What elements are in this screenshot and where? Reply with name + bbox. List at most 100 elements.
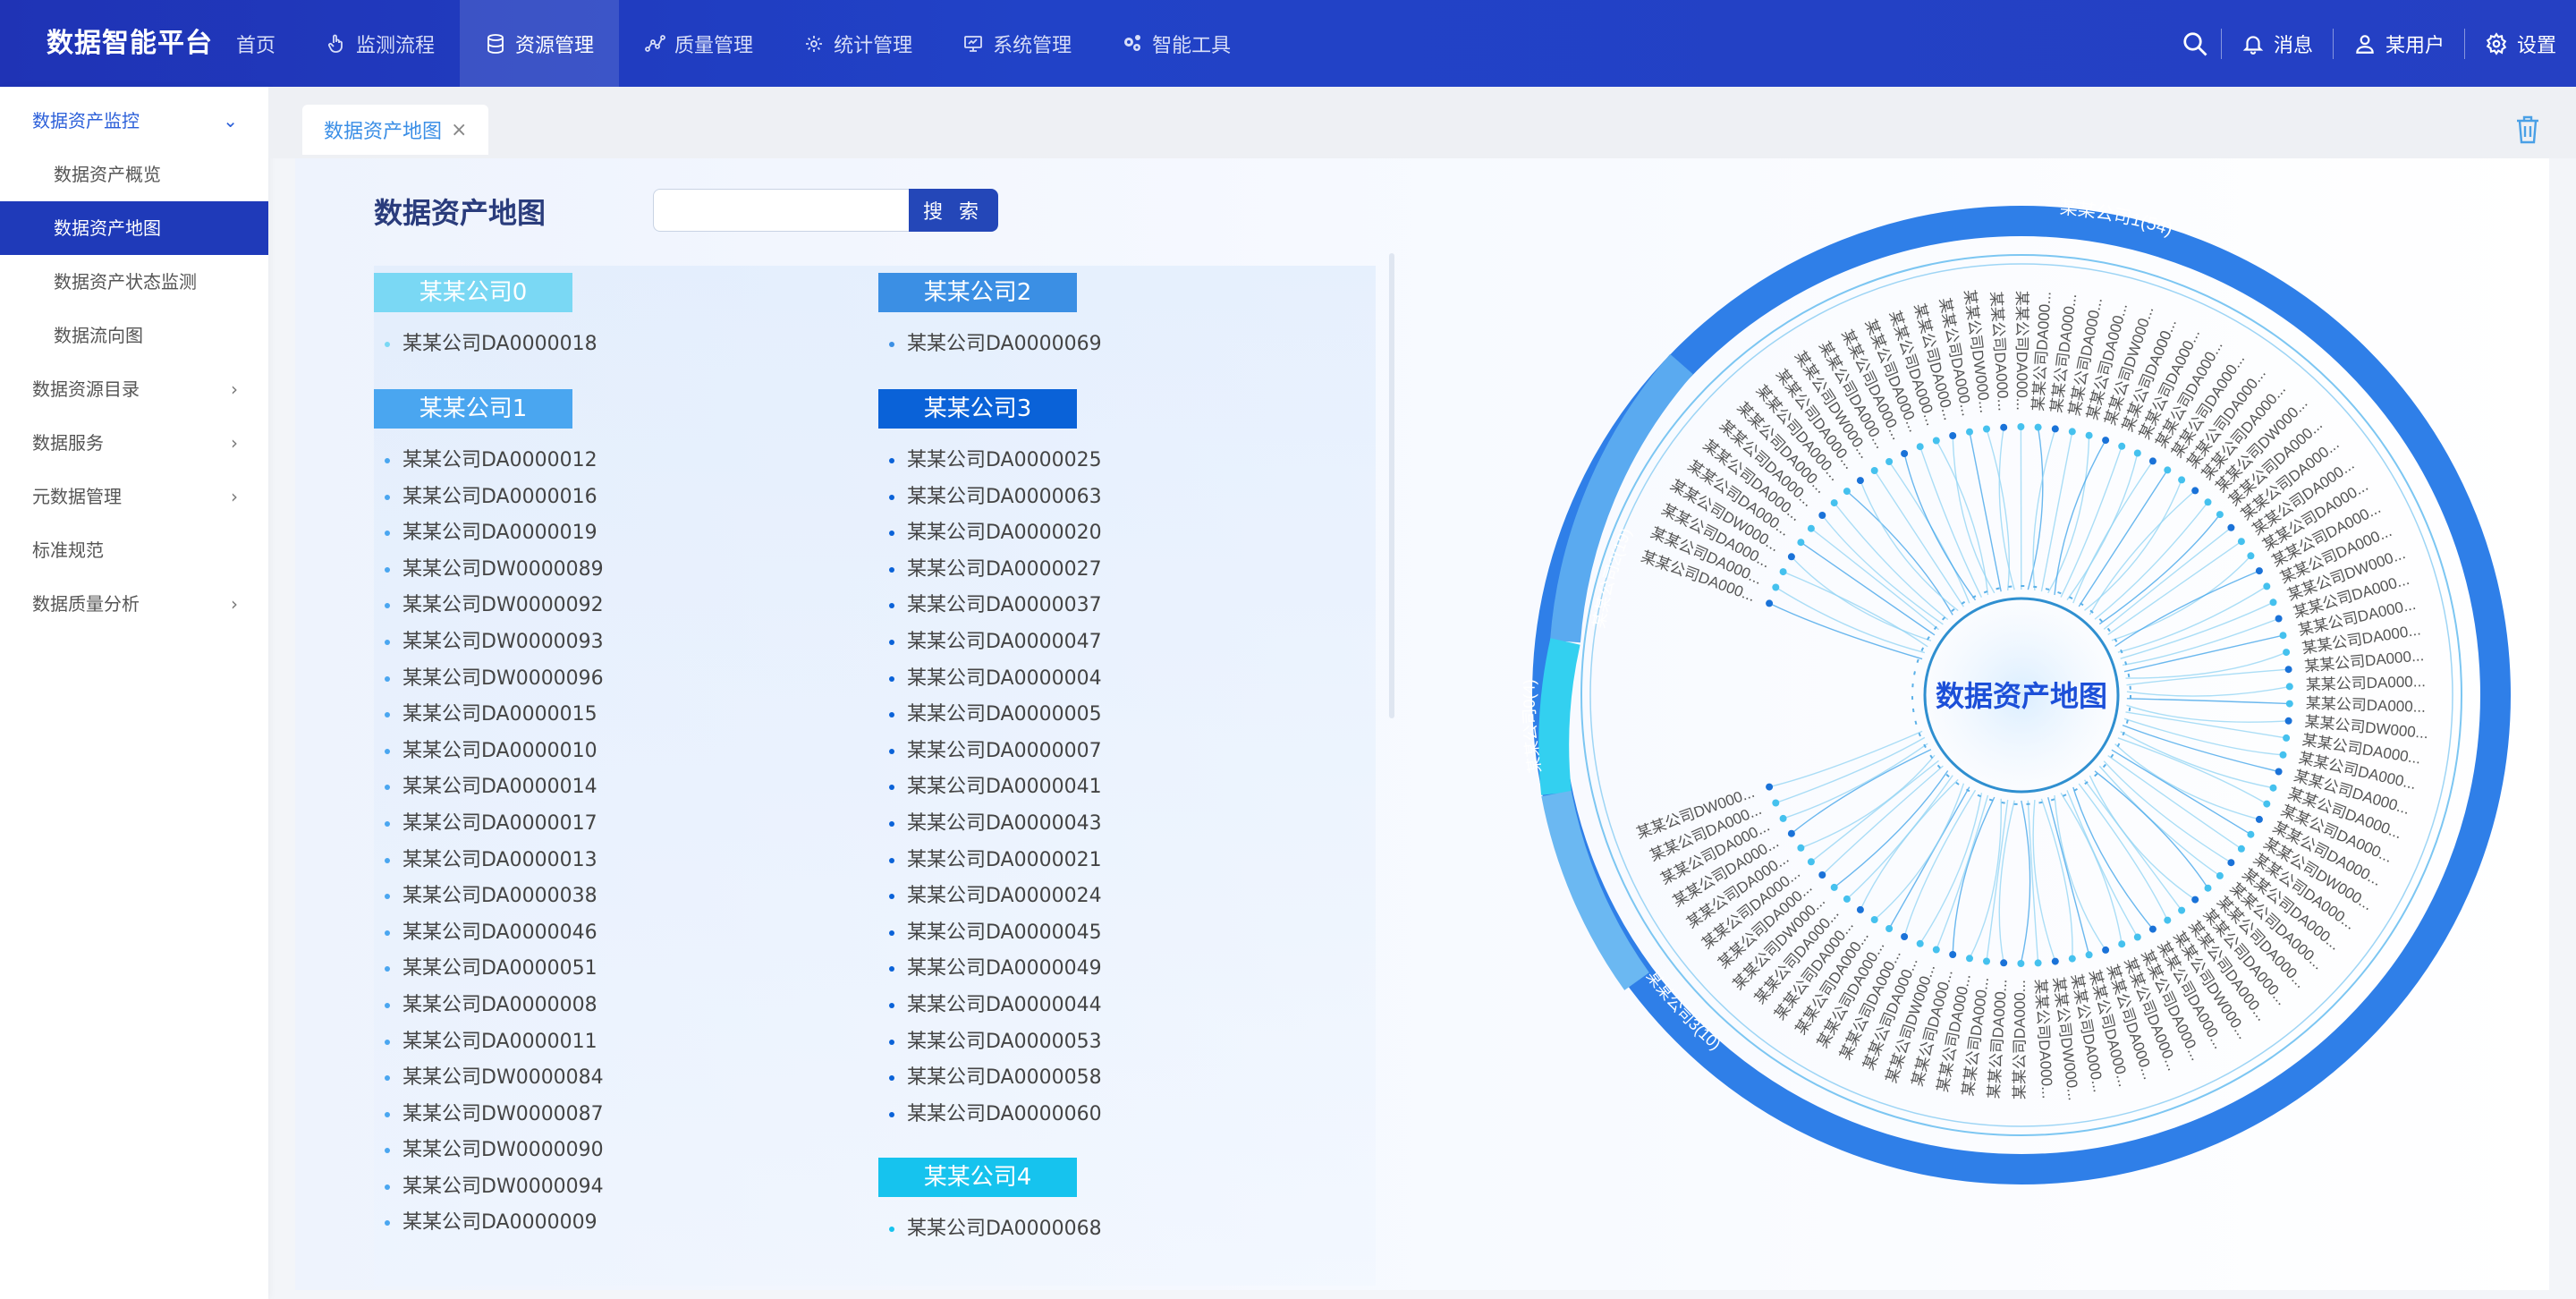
radial-node[interactable] (2148, 457, 2157, 465)
radial-node[interactable] (2191, 487, 2199, 495)
asset-list-item[interactable]: 某某公司DA0000012 (374, 443, 604, 480)
radial-node[interactable] (2085, 431, 2093, 439)
list-scrollbar[interactable] (1389, 253, 1394, 718)
radial-node[interactable] (1830, 499, 1838, 507)
radial-node[interactable] (2275, 615, 2283, 623)
radial-node[interactable] (1901, 933, 1909, 940)
radial-node[interactable] (2237, 538, 2245, 546)
trash-icon[interactable] (2513, 114, 2542, 146)
messages-button[interactable]: 消息 (2222, 30, 2333, 58)
radial-node[interactable] (1772, 583, 1780, 591)
nav-home[interactable]: 首页 (211, 0, 301, 87)
radial-node[interactable] (1856, 477, 1864, 485)
radial-node[interactable] (2178, 476, 2186, 484)
radial-node[interactable] (1843, 895, 1851, 903)
asset-list-item[interactable]: 某某公司DA0000053 (878, 1024, 1102, 1061)
sidebar-subitem-asset-map[interactable]: 数据资产地图 (0, 201, 268, 255)
radial-node[interactable] (1787, 553, 1795, 561)
radial-node[interactable] (1949, 432, 1957, 439)
asset-list-item[interactable]: 某某公司DA0000060 (878, 1097, 1102, 1133)
radial-node[interactable] (2034, 423, 2042, 431)
radial-node[interactable] (2285, 700, 2293, 708)
radial-node[interactable] (1932, 437, 1940, 445)
radial-node[interactable] (1797, 844, 1805, 852)
sidebar-item-data-service[interactable]: 数据服务 › (0, 416, 268, 470)
asset-list-item[interactable]: 某某公司DA0000008 (374, 988, 604, 1024)
radial-node[interactable] (2204, 498, 2212, 506)
asset-list-item[interactable]: 某某公司DA0000068 (878, 1211, 1102, 1248)
asset-list-item[interactable]: 某某公司DA0000004 (878, 661, 1102, 698)
radial-node[interactable] (2051, 957, 2059, 965)
asset-list-item[interactable]: 某某公司DW0000090 (374, 1133, 604, 1169)
sidebar-subitem-asset-status[interactable]: 数据资产状态监测 (0, 255, 268, 309)
asset-list-item[interactable]: 某某公司DW0000084 (374, 1060, 604, 1097)
asset-list-item[interactable]: 某某公司DA0000016 (374, 480, 604, 516)
radial-node[interactable] (2284, 717, 2292, 725)
group-header[interactable]: 某某公司0 (374, 273, 572, 312)
asset-list-item[interactable]: 某某公司DW0000096 (374, 661, 604, 698)
asset-list-item[interactable]: 某某公司DA0000038 (374, 879, 604, 915)
radial-node[interactable] (2118, 442, 2126, 450)
asset-list-item[interactable]: 某某公司DA0000063 (878, 480, 1102, 516)
radial-node[interactable] (1870, 467, 1878, 474)
radial-node[interactable] (1818, 871, 1826, 879)
radial-node[interactable] (2279, 751, 2287, 759)
radial-node[interactable] (2068, 428, 2076, 436)
sidebar-item-standards[interactable]: 标准规范 (0, 523, 268, 577)
radial-node[interactable] (1966, 428, 1973, 436)
radial-node[interactable] (1772, 799, 1780, 807)
radial-node[interactable] (2000, 959, 2008, 967)
radial-node[interactable] (2118, 940, 2126, 948)
radial-node[interactable] (1916, 443, 1924, 451)
radial-node[interactable] (1885, 458, 1894, 465)
radial-node[interactable] (2017, 423, 2025, 430)
radial-node[interactable] (2283, 649, 2291, 657)
asset-list-item[interactable]: 某某公司DA0000019 (374, 515, 604, 552)
radial-node[interactable] (1779, 568, 1787, 576)
asset-list-item[interactable]: 某某公司DA0000005 (878, 697, 1102, 734)
radial-leaf-label[interactable]: 某某公司DA000... (2305, 673, 2426, 693)
asset-list-item[interactable]: 某某公司DA0000051 (374, 951, 604, 988)
asset-radial-map[interactable]: 某某公司1(54) 某某公司0(4) 某某公司2(19) 某某公司3(10) 某… (1503, 176, 2540, 1214)
radial-node[interactable] (1949, 951, 1957, 958)
asset-list-item[interactable]: 某某公司DW0000093 (374, 624, 604, 661)
asset-list-item[interactable]: 某某公司DA0000015 (374, 697, 604, 734)
radial-node[interactable] (1983, 425, 1990, 433)
asset-list-item[interactable]: 某某公司DA0000007 (878, 734, 1102, 770)
radial-node[interactable] (2204, 884, 2212, 892)
radial-leaf-label[interactable]: 某某公司DA000... (2012, 980, 2029, 1099)
radial-node[interactable] (2279, 632, 2287, 640)
sidebar-subitem-asset-overview[interactable]: 数据资产概览 (0, 148, 268, 201)
radial-node[interactable] (2068, 955, 2076, 963)
radial-node[interactable] (1787, 829, 1795, 837)
nav-system-management[interactable]: 系统管理 (937, 0, 1097, 87)
group-header[interactable]: 某某公司4 (878, 1158, 1077, 1197)
radial-node[interactable] (1966, 955, 1973, 963)
asset-list-item[interactable]: 某某公司DA0000027 (878, 552, 1102, 589)
radial-node[interactable] (2269, 784, 2277, 792)
group-header[interactable]: 某某公司3 (878, 389, 1077, 429)
close-icon[interactable]: × (451, 119, 467, 141)
asset-list-item[interactable]: 某某公司DA0000010 (374, 734, 604, 770)
radial-node[interactable] (2227, 523, 2235, 531)
radial-node[interactable] (2283, 734, 2291, 742)
radial-node[interactable] (2148, 925, 2157, 933)
asset-list-item[interactable]: 某某公司DA0000018 (374, 327, 597, 363)
asset-list-item[interactable]: 某某公司DW0000089 (374, 552, 604, 589)
asset-list-item[interactable]: 某某公司DA0000047 (878, 624, 1102, 661)
sidebar-item-metadata[interactable]: 元数据管理 › (0, 470, 268, 523)
radial-node[interactable] (2051, 425, 2059, 433)
asset-list-item[interactable]: 某某公司DW0000094 (374, 1169, 604, 1206)
radial-node[interactable] (2164, 916, 2172, 924)
radial-node[interactable] (2178, 906, 2186, 914)
sidebar-subitem-data-flow[interactable]: 数据流向图 (0, 309, 268, 362)
asset-list-item[interactable]: 某某公司DA0000044 (878, 988, 1102, 1024)
radial-node[interactable] (2269, 599, 2277, 607)
radial-node[interactable] (2017, 960, 2025, 967)
asset-list-item[interactable]: 某某公司DA0000046 (374, 915, 604, 952)
asset-list-item[interactable]: 某某公司DA0000009 (374, 1205, 604, 1242)
radial-node[interactable] (2085, 951, 2093, 959)
radial-node[interactable] (2263, 800, 2271, 808)
nav-monitor-flow[interactable]: 监测流程 (301, 0, 460, 87)
user-menu[interactable]: 某用户 (2334, 30, 2464, 58)
